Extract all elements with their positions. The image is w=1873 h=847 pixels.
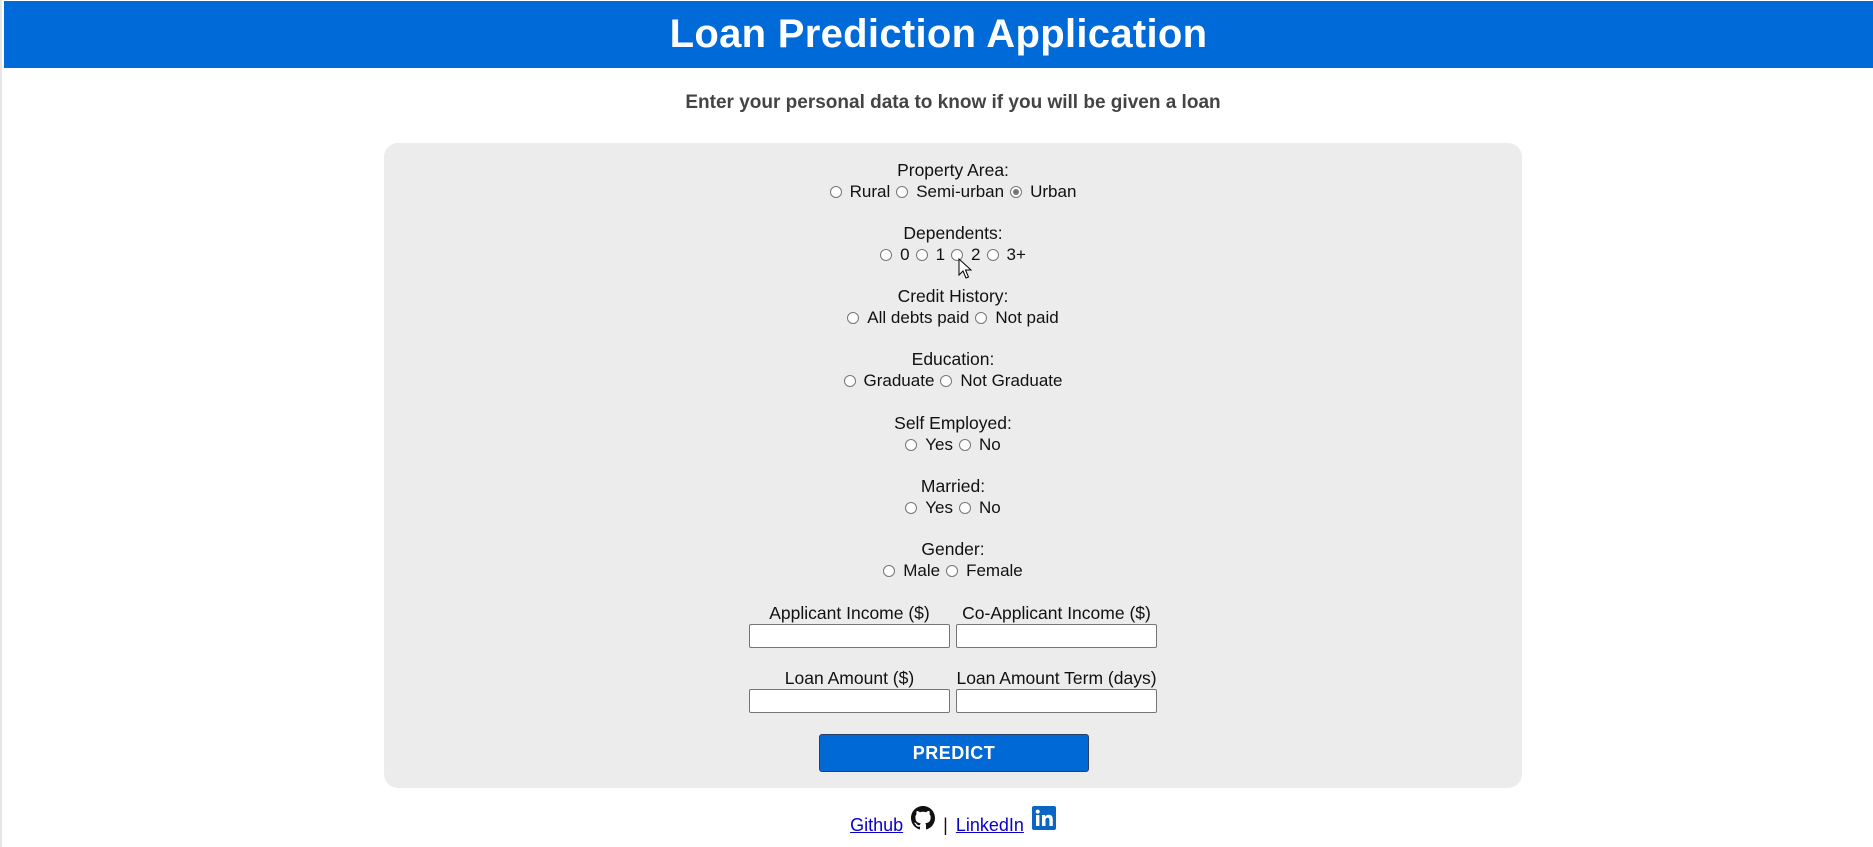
- page: Loan Prediction Application Enter your p…: [0, 0, 1873, 847]
- property-area-option[interactable]: Urban: [1010, 181, 1076, 203]
- married-label: Married:: [920, 476, 986, 496]
- applicant-income-input[interactable]: [749, 624, 950, 648]
- self-employed-option-label: No: [979, 435, 1001, 454]
- credit-history-option-label: All debts paid: [867, 308, 970, 327]
- self-employed-option[interactable]: No: [959, 434, 1001, 456]
- gender-options: Male Female: [880, 560, 1026, 582]
- linkedin-link[interactable]: LinkedIn: [956, 815, 1024, 836]
- page-title: Loan Prediction Application: [669, 12, 1208, 56]
- loan-amount-field: Loan Amount ($): [749, 667, 950, 713]
- income-row: Applicant Income ($) Co-Applicant Income…: [384, 602, 1522, 648]
- credit-history-group: Credit History: All debts paid Not paid: [384, 285, 1522, 329]
- married-options: Yes No: [902, 497, 1003, 519]
- predict-button[interactable]: PREDICT: [819, 734, 1089, 772]
- married-radio[interactable]: [959, 502, 971, 514]
- linkedin-icon[interactable]: [1031, 806, 1056, 830]
- gender-option-label: Female: [966, 561, 1023, 580]
- github-link[interactable]: Github: [850, 815, 903, 836]
- self-employed-radio[interactable]: [959, 439, 971, 451]
- gender-radio[interactable]: [946, 565, 959, 577]
- gender-option[interactable]: Male: [883, 560, 940, 582]
- dependents-group: Dependents: 0 1 2 3+: [384, 222, 1522, 266]
- loan-amount-term-input[interactable]: [956, 689, 1157, 713]
- self-employed-group: Self Employed: Yes No: [384, 412, 1522, 456]
- loan-row: Loan Amount ($) Loan Amount Term (days): [384, 667, 1522, 713]
- education-option-label: Not Graduate: [960, 371, 1063, 390]
- property-area-radio[interactable]: [896, 186, 909, 198]
- married-option-label: Yes: [925, 498, 953, 517]
- married-option[interactable]: Yes: [905, 497, 953, 519]
- page-subtitle: Enter your personal data to know if you …: [685, 92, 1221, 113]
- dependents-radio[interactable]: [986, 249, 999, 261]
- education-option-label: Graduate: [863, 371, 935, 390]
- header-bar: Loan Prediction Application: [4, 1, 1873, 68]
- coapplicant-income-field: Co-Applicant Income ($): [956, 602, 1157, 648]
- dependents-option-label: 2: [971, 245, 981, 264]
- married-group: Married: Yes No: [384, 475, 1522, 519]
- dependents-option-label: 3+: [1006, 245, 1026, 264]
- dependents-radio[interactable]: [880, 249, 893, 261]
- coapplicant-income-input[interactable]: [956, 624, 1157, 648]
- property-area-radio[interactable]: [1010, 186, 1023, 198]
- property-area-option-label: Semi-urban: [916, 182, 1005, 201]
- gender-group: Gender: Male Female: [384, 538, 1522, 582]
- education-label: Education:: [911, 349, 995, 369]
- loan-amount-term-label: Loan Amount Term (days): [956, 668, 1157, 688]
- loan-amount-input[interactable]: [749, 689, 950, 713]
- education-group: Education: Graduate Not Graduate: [384, 348, 1522, 392]
- credit-history-radio[interactable]: [847, 312, 860, 324]
- loan-amount-label: Loan Amount ($): [784, 668, 915, 688]
- self-employed-option[interactable]: Yes: [905, 434, 953, 456]
- credit-history-option-label: Not paid: [995, 308, 1059, 327]
- property-area-option-label: Rural: [849, 182, 891, 201]
- education-option[interactable]: Not Graduate: [940, 370, 1062, 392]
- property-area-radio[interactable]: [829, 186, 842, 198]
- mouse-cursor-icon: [958, 258, 972, 279]
- dependents-option[interactable]: 1: [915, 244, 946, 266]
- gender-option[interactable]: Female: [946, 560, 1023, 582]
- applicant-income-field: Applicant Income ($): [749, 602, 950, 648]
- education-option[interactable]: Graduate: [843, 370, 935, 392]
- credit-history-radio[interactable]: [975, 312, 988, 324]
- dependents-option-label: 0: [900, 245, 910, 264]
- married-option-label: No: [979, 498, 1001, 517]
- coapplicant-income-label: Co-Applicant Income ($): [962, 603, 1151, 623]
- education-radio[interactable]: [843, 375, 856, 387]
- education-radio[interactable]: [940, 375, 953, 387]
- dependents-option[interactable]: 3+: [986, 244, 1026, 266]
- self-employed-option-label: Yes: [925, 435, 953, 454]
- married-option[interactable]: No: [959, 497, 1001, 519]
- property-area-option-label: Urban: [1030, 182, 1077, 201]
- dependents-options: 0 1 2 3+: [877, 244, 1029, 266]
- self-employed-options: Yes No: [902, 434, 1003, 456]
- credit-history-option[interactable]: All debts paid: [847, 307, 969, 329]
- gender-radio[interactable]: [883, 565, 896, 577]
- footer: Github | LinkedIn: [2, 806, 1873, 836]
- gender-label: Gender:: [921, 539, 985, 559]
- github-icon[interactable]: [911, 806, 936, 830]
- footer-separator: |: [943, 815, 948, 835]
- loan-form: Property Area: Rural Semi-urban Urban Depe…: [384, 143, 1522, 788]
- property-area-label: Property Area:: [897, 160, 1009, 180]
- education-options: Graduate Not Graduate: [841, 370, 1066, 392]
- applicant-income-label: Applicant Income ($): [769, 603, 930, 623]
- credit-history-options: All debts paid Not paid: [844, 307, 1061, 329]
- dependents-radio[interactable]: [915, 249, 928, 261]
- gender-option-label: Male: [903, 561, 941, 580]
- self-employed-radio[interactable]: [905, 439, 918, 451]
- dependents-label: Dependents:: [903, 223, 1003, 243]
- property-area-option[interactable]: Rural: [829, 181, 891, 203]
- property-area-options: Rural Semi-urban Urban: [827, 181, 1080, 203]
- married-radio[interactable]: [905, 502, 918, 514]
- self-employed-label: Self Employed:: [894, 413, 1012, 433]
- loan-amount-term-field: Loan Amount Term (days): [956, 667, 1157, 713]
- property-area-option[interactable]: Semi-urban: [896, 181, 1004, 203]
- credit-history-label: Credit History:: [897, 286, 1009, 306]
- property-area-group: Property Area: Rural Semi-urban Urban: [384, 159, 1522, 203]
- dependents-option-label: 1: [935, 245, 946, 264]
- credit-history-option[interactable]: Not paid: [975, 307, 1059, 329]
- dependents-option[interactable]: 0: [880, 244, 910, 266]
